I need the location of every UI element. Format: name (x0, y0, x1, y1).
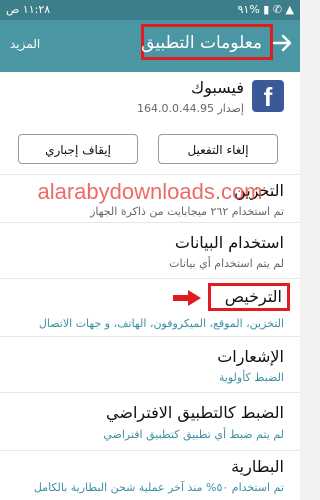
disable-button[interactable]: إلغاء التفعيل (158, 134, 278, 164)
app-info-content: فيسبوك إصدار 164.0.0.44.95 f إيقاف إجبار… (0, 72, 300, 500)
app-bar: المزيد معلومات التطبيق (0, 20, 300, 72)
storage-title: التخزين (234, 181, 284, 200)
notifications-item[interactable]: الإشعارات الضبط كأولوية (0, 336, 300, 392)
arrow-forward-icon[interactable] (272, 32, 292, 54)
default-app-title: الضبط كالتطبيق الافتراضي (106, 403, 284, 422)
data-usage-item[interactable]: استخدام البيانات لم يتم استخدام أي بيانا… (0, 222, 300, 278)
battery-title: البطارية (231, 457, 284, 476)
battery-subtitle: تم استخدام ٥٠% منذ آخر عملية شحن البطاري… (33, 481, 284, 494)
status-bar: ١١:٢٨ ص ٩١% ▮ ✆ ▲ (0, 0, 300, 20)
battery-item[interactable]: البطارية تم استخدام ٥٠% منذ آخر عملية شح… (0, 450, 300, 500)
facebook-icon: f (252, 80, 284, 112)
storage-item[interactable]: التخزين تم استخدام ٢٦٢ ميجابايت من ذاكرة… (0, 174, 300, 222)
permissions-title: الترخيص (224, 287, 282, 306)
status-icons: ٩١% ▮ ✆ ▲ (237, 3, 294, 16)
permissions-item[interactable]: الترخيص التخزين، الموقع، الميكروفون، اله… (0, 278, 300, 336)
page-title: معلومات التطبيق (141, 33, 262, 53)
red-arrow-icon (173, 290, 201, 306)
status-time: ١١:٢٨ ص (6, 3, 51, 16)
force-stop-button[interactable]: إيقاف إجباري (18, 134, 138, 164)
default-app-item[interactable]: الضبط كالتطبيق الافتراضي لم يتم ضبط أي ت… (0, 392, 300, 450)
data-usage-title: استخدام البيانات (174, 233, 284, 252)
notifications-title: الإشعارات (217, 347, 284, 366)
permissions-subtitle: التخزين، الموقع، الميكروفون، الهاتف، و ج… (38, 317, 284, 330)
storage-subtitle: تم استخدام ٢٦٢ ميجابايت من ذاكرة الجهاز (90, 205, 284, 218)
default-app-subtitle: لم يتم ضبط أي تطبيق كتطبيق افتراضي (103, 428, 284, 441)
app-header: فيسبوك إصدار 164.0.0.44.95 f (0, 72, 300, 122)
more-button[interactable]: المزيد (10, 37, 40, 51)
notifications-subtitle: الضبط كأولوية (218, 371, 284, 384)
app-name: فيسبوك (190, 78, 244, 97)
app-version: إصدار 164.0.0.44.95 (136, 102, 244, 115)
data-usage-subtitle: لم يتم استخدام أي بيانات (169, 257, 284, 270)
